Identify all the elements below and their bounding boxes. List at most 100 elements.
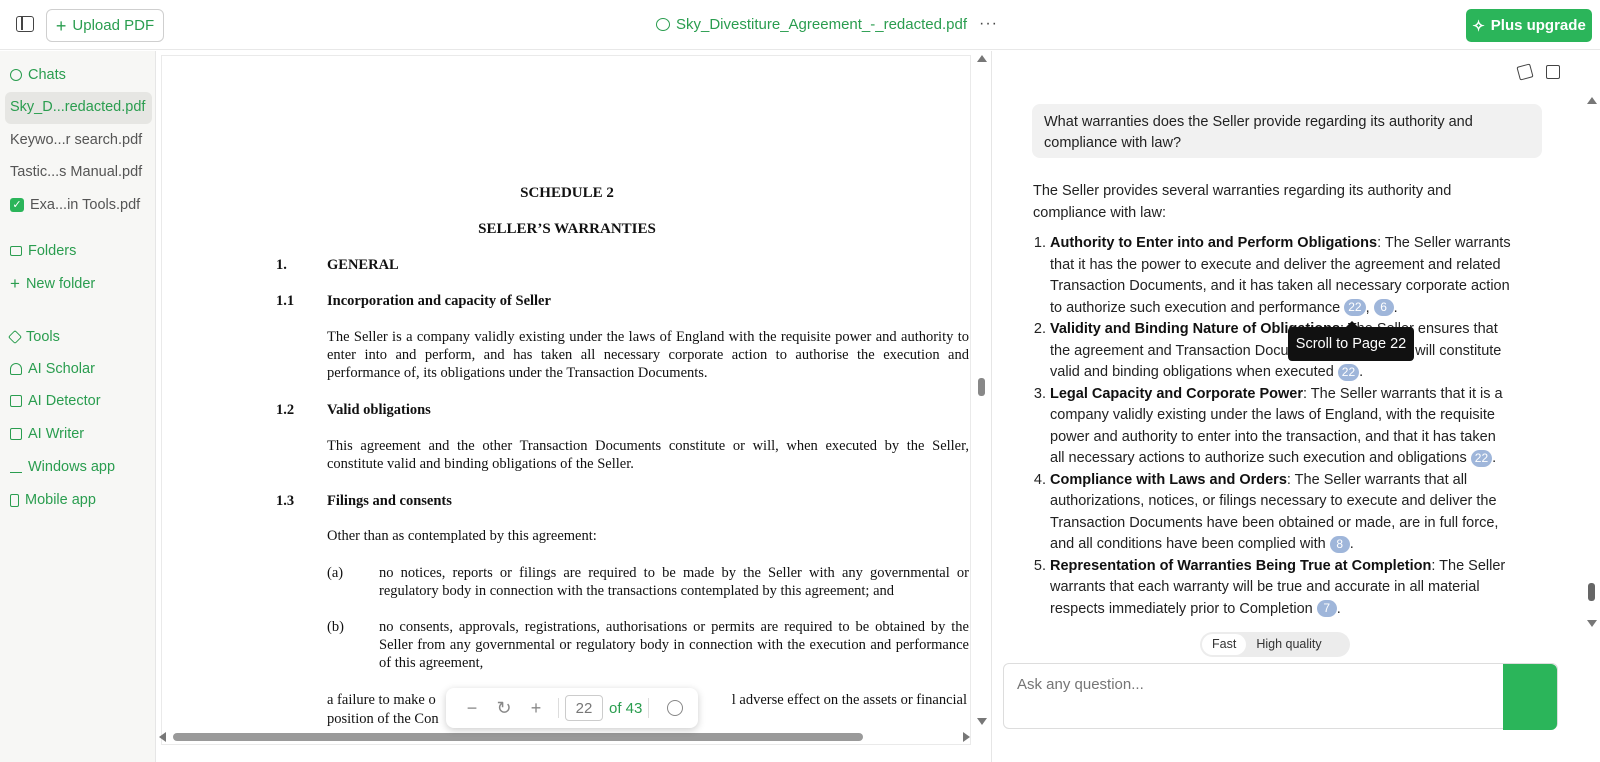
sidebar-item-mobile-app[interactable]: Mobile app: [10, 492, 96, 508]
citation-badge[interactable]: 22: [1337, 363, 1360, 381]
scrollbar-thumb[interactable]: [173, 733, 863, 741]
sidebar-file-item[interactable]: ✓ Exa...in Tools.pdf: [10, 197, 140, 213]
upload-pdf-label: Upload PDF: [72, 17, 155, 34]
sidebar-item-ai-detector[interactable]: AI Detector: [10, 393, 101, 409]
sidebar-item-chats[interactable]: Chats: [10, 67, 66, 83]
scrollbar-thumb[interactable]: [1588, 583, 1595, 601]
scroll-right-arrow-icon[interactable]: [963, 732, 970, 742]
schedule-subtitle: SELLER’S WARRANTIES: [478, 221, 656, 237]
scroll-down-arrow-icon[interactable]: [1587, 620, 1597, 627]
scrollbar-thumb[interactable]: [978, 378, 985, 396]
section-number: 1.1: [276, 293, 295, 309]
citation-badge[interactable]: 7: [1316, 600, 1337, 618]
document-icon[interactable]: [1546, 65, 1560, 79]
section-body: l adverse effect on the assets or financ…: [731, 692, 967, 708]
citation-badge[interactable]: 22: [1344, 299, 1366, 317]
sidebar-toggle-icon[interactable]: [16, 16, 34, 32]
citation-tooltip: Scroll to Page 22: [1288, 321, 1414, 361]
sidebar-item-ai-writer[interactable]: AI Writer: [10, 426, 84, 442]
plus-icon: +: [10, 274, 20, 293]
item-title: Representation of Warranties Being True …: [1050, 557, 1432, 574]
chat-vertical-scrollbar[interactable]: [1586, 97, 1598, 627]
list-item: Validity and Binding Nature of Obligatio…: [1050, 319, 1513, 384]
checkbox-checked-icon[interactable]: ✓: [10, 198, 24, 212]
sidebar-file-label: Tastic...s Manual.pdf: [10, 164, 143, 180]
item-title: Compliance with Laws and Orders: [1050, 471, 1287, 488]
sidebar: Chats Sky_D...redacted.pdf Keywo...r sea…: [0, 51, 156, 762]
search-icon[interactable]: [667, 700, 684, 716]
graduation-cap-icon: [10, 363, 22, 375]
zoom-out-button[interactable]: −: [456, 698, 488, 719]
zoom-in-button[interactable]: +: [520, 698, 552, 719]
section-body: a failure to make o: [327, 692, 436, 708]
quality-toggle: Fast High quality: [1200, 632, 1350, 657]
sidebar-item-tools[interactable]: Tools: [7, 329, 60, 345]
divider: [558, 698, 559, 718]
upload-pdf-button[interactable]: + Upload PDF: [46, 9, 164, 42]
section-body: The Seller is a company validly existing…: [327, 329, 969, 381]
page-number-input[interactable]: [565, 695, 603, 721]
sidebar-file-item[interactable]: Sky_D...redacted.pdf: [10, 99, 145, 115]
sidebar-item-folders[interactable]: Folders: [10, 243, 76, 259]
sidebar-item-windows-app[interactable]: Windows app: [10, 459, 115, 475]
top-bar: + Upload PDF Sky_Divestiture_Agreement_-…: [0, 0, 1600, 50]
chat-icon: [10, 69, 22, 81]
pdf-horizontal-scrollbar[interactable]: [157, 731, 972, 743]
section-number: 1.: [276, 257, 287, 273]
pdf-viewer[interactable]: SCHEDULE 2 SELLER’S WARRANTIES 1. GENERA…: [157, 51, 990, 762]
sidebar-file-label: Sky_D...redacted.pdf: [10, 99, 146, 115]
citation-badge[interactable]: 22: [1470, 449, 1493, 467]
wrench-icon: [7, 329, 23, 345]
assistant-answer: The Seller provides several warranties r…: [1033, 181, 1513, 620]
sparkle-icon: ✧: [1472, 17, 1485, 35]
document-title[interactable]: Sky_Divestiture_Agreement_-_redacted.pdf…: [656, 15, 998, 33]
clause-label: (a): [327, 565, 344, 581]
citation-badge[interactable]: 8: [1329, 535, 1350, 553]
fast-mode-option[interactable]: Fast: [1202, 634, 1247, 655]
cards-icon[interactable]: [1516, 63, 1534, 81]
sidebar-item-label: AI Detector: [28, 393, 101, 409]
pdf-page: SCHEDULE 2 SELLER’S WARRANTIES 1. GENERA…: [161, 55, 971, 745]
section-title: Valid obligations: [327, 402, 431, 418]
plus-upgrade-button[interactable]: ✧ Plus upgrade: [1466, 9, 1592, 42]
scroll-down-arrow-icon[interactable]: [977, 718, 987, 725]
scroll-left-arrow-icon[interactable]: [159, 732, 166, 742]
list-item: Legal Capacity and Corporate Power: The …: [1050, 384, 1513, 470]
section-number: 1.3: [276, 493, 295, 509]
sidebar-item-ai-scholar[interactable]: AI Scholar: [10, 361, 95, 377]
sidebar-item-label: Chats: [28, 67, 66, 83]
scroll-up-arrow-icon[interactable]: [977, 55, 987, 62]
sidebar-item-label: AI Scholar: [28, 361, 95, 377]
pdf-vertical-scrollbar[interactable]: [976, 55, 988, 725]
item-title: Authority to Enter into and Perform Obli…: [1050, 235, 1378, 251]
section-title: Incorporation and capacity of Seller: [327, 293, 551, 309]
folder-icon: [10, 246, 22, 256]
high-quality-mode-option[interactable]: High quality: [1246, 634, 1331, 655]
user-question-bubble: What warranties does the Seller provide …: [1032, 104, 1542, 158]
pen-icon: [10, 428, 22, 440]
answer-intro: The Seller provides several warranties r…: [1033, 183, 1452, 221]
sidebar-file-item[interactable]: Tastic...s Manual.pdf: [10, 164, 142, 180]
scroll-up-arrow-icon[interactable]: [1587, 97, 1597, 104]
ask-question-input[interactable]: [1017, 676, 1487, 693]
more-options-icon[interactable]: ···: [979, 15, 998, 33]
download-icon: [10, 461, 22, 473]
detector-icon: [10, 395, 22, 407]
citation-badge[interactable]: 6: [1373, 299, 1394, 317]
sidebar-item-label: New folder: [25, 275, 96, 292]
list-item: Compliance with Laws and Orders: The Sel…: [1050, 470, 1513, 556]
plus-upgrade-label: Plus upgrade: [1490, 17, 1586, 34]
warranty-list: Authority to Enter into and Perform Obli…: [1033, 233, 1513, 620]
send-button[interactable]: [1503, 664, 1557, 730]
phone-icon: [10, 493, 19, 507]
clause-body: no consents, approvals, registrations, a…: [379, 619, 969, 671]
divider: [648, 698, 650, 718]
sidebar-item-new-folder[interactable]: + New folder: [10, 275, 95, 292]
item-title: Legal Capacity and Corporate Power: [1050, 385, 1304, 402]
chat-toolbar: [1516, 63, 1560, 81]
page-total: of 43: [609, 699, 643, 717]
section-number: 1.2: [276, 402, 295, 418]
sidebar-file-label: Keywo...r search.pdf: [10, 132, 143, 148]
reset-zoom-button[interactable]: ↻: [488, 698, 520, 719]
sidebar-file-item[interactable]: Keywo...r search.pdf: [10, 132, 142, 148]
